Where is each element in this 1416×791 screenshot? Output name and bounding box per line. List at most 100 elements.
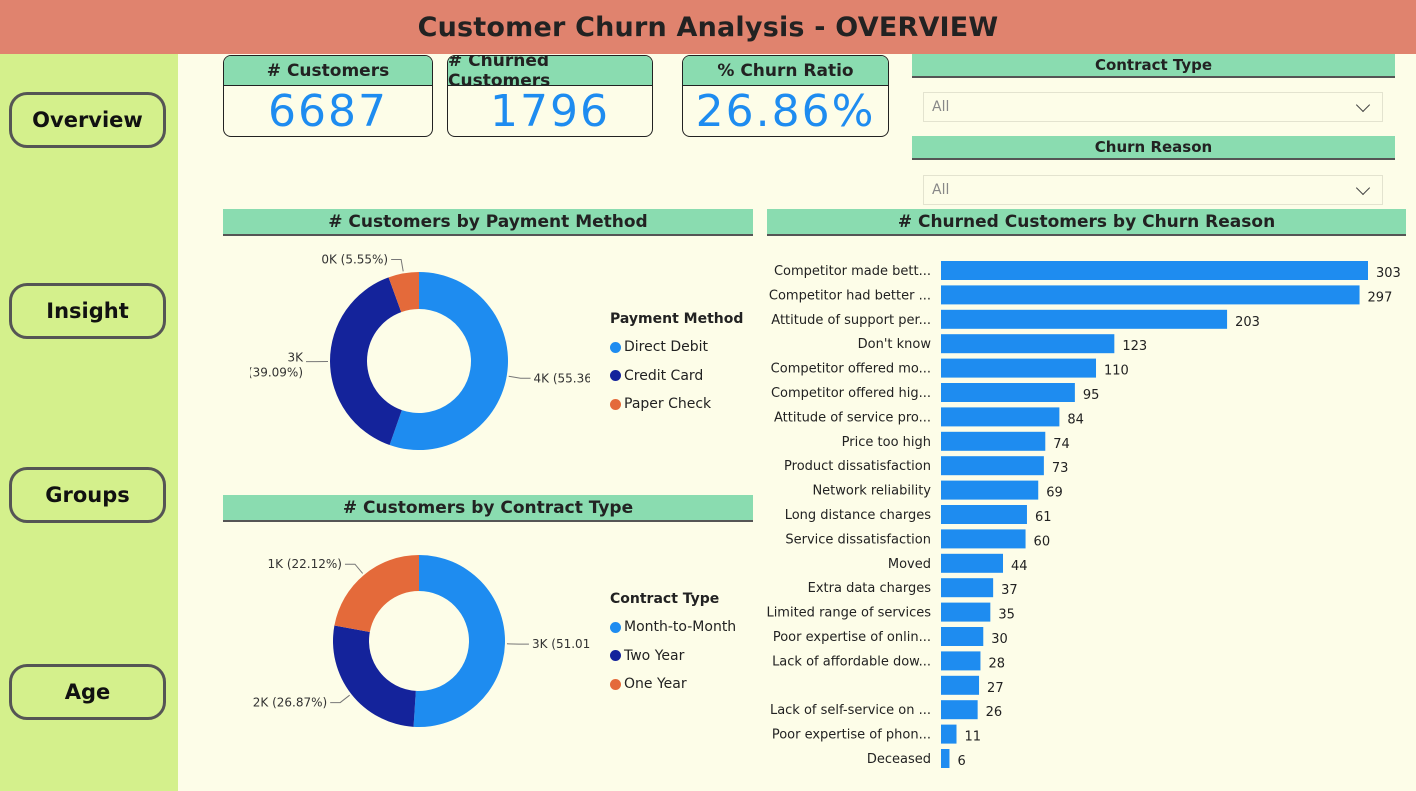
bar-value-label: 11: [965, 730, 982, 745]
bar[interactable]: [941, 261, 1368, 280]
bar-category-label: Lack of affordable dow...: [772, 654, 931, 669]
donut-leader-line: [391, 259, 404, 272]
kpi-value: 1796: [490, 85, 610, 137]
chevron-down-icon: [1355, 180, 1371, 195]
bar[interactable]: [941, 285, 1360, 305]
bar-category-label: Lack of self-service on ...: [770, 703, 931, 718]
legend-item[interactable]: Month-to-Month: [610, 613, 736, 642]
donut-data-label: 4K (55.36%): [534, 371, 590, 385]
bar-category-label: Don't know: [858, 337, 932, 352]
bar-category-label: Network reliability: [812, 484, 931, 499]
legend-item[interactable]: Direct Debit: [610, 333, 743, 362]
donut-slice[interactable]: [333, 625, 416, 727]
legend-dot-icon: [610, 678, 621, 690]
donut-leader-line: [508, 375, 531, 379]
donut-data-label: 3K (51.01%): [532, 637, 590, 651]
legend-label: Direct Debit: [624, 339, 709, 356]
contract-type-legend: Contract Type Month-to-Month Two Year On…: [610, 591, 736, 699]
legend-dot-icon: [610, 621, 621, 633]
bar[interactable]: [941, 358, 1097, 378]
kpi-title: # Customers: [224, 56, 432, 86]
bar[interactable]: [941, 334, 1115, 354]
nav-age-button[interactable]: Age: [9, 664, 166, 720]
legend-item[interactable]: Credit Card: [610, 362, 743, 391]
bar-value-label: 203: [1235, 315, 1260, 330]
contract-type-donut-chart: 3K (51.01%) 2K (26.87%) 1K (22.12%): [253, 555, 590, 727]
bar-value-label: 303: [1376, 266, 1401, 281]
payment-method-chart-title: # Customers by Payment Method: [223, 209, 753, 236]
bar[interactable]: [941, 456, 1044, 476]
donut-leader-line: [330, 694, 350, 704]
donut-slice[interactable]: [330, 277, 402, 446]
legend-label: Credit Card: [624, 367, 704, 384]
bar-category-label: Poor expertise of onlin...: [773, 630, 931, 645]
kpi-title: # Churned Customers: [448, 56, 652, 91]
bar[interactable]: [941, 700, 978, 720]
filter-contract-type-title: Contract Type: [912, 54, 1395, 78]
bar[interactable]: [941, 553, 1004, 573]
churn-reason-bar-chart: Competitor made bett... 303 Competitor had…: [767, 261, 1401, 769]
legend-label: One Year: [624, 676, 687, 693]
title-bar: Customer Churn Analysis - OVERVIEW: [0, 0, 1416, 54]
churn-reason-dropdown[interactable]: All: [923, 175, 1383, 205]
bar-category-label: Competitor offered hig...: [771, 386, 931, 401]
nav-insight-button[interactable]: Insight: [9, 283, 166, 339]
legend-label: Month-to-Month: [624, 619, 737, 636]
bar[interactable]: [941, 675, 980, 695]
bar-value-label: 30: [991, 632, 1008, 647]
chevron-down-icon: [1355, 97, 1371, 112]
bar-category-label: Competitor offered mo...: [771, 362, 931, 377]
legend-dot-icon: [610, 341, 621, 353]
donut-data-label: 3K (39.09%): [250, 351, 304, 380]
bar-value-label: 6: [957, 754, 965, 769]
payment-method-donut-chart: 4K (55.36%) 3K(39.09%) 0K (5.55%): [250, 253, 590, 450]
bar[interactable]: [941, 627, 984, 646]
legend-title: Contract Type: [610, 591, 720, 607]
bar-value-label: 35: [998, 608, 1015, 623]
contract-type-chart-title: # Customers by Contract Type: [223, 495, 753, 522]
kpi-title: % Churn Ratio: [683, 56, 888, 86]
sidebar: Overview Insight Groups Age: [0, 54, 178, 791]
bar[interactable]: [941, 309, 1228, 329]
bar-value-label: 84: [1067, 412, 1084, 427]
kpi-value: 26.86%: [695, 85, 876, 137]
bar[interactable]: [941, 749, 950, 768]
bar[interactable]: [941, 529, 1026, 549]
donut-slice[interactable]: [334, 555, 419, 633]
bar-value-label: 27: [987, 681, 1004, 696]
bar[interactable]: [941, 383, 1075, 402]
bar-category-label: Extra data charges: [808, 581, 932, 596]
bar-value-label: 110: [1104, 364, 1129, 379]
donut-data-label: 1K (22.12%): [268, 557, 342, 571]
contract-type-dropdown[interactable]: All: [923, 92, 1383, 122]
nav-overview-button[interactable]: Overview: [9, 92, 166, 148]
legend-item[interactable]: One Year: [610, 670, 736, 699]
bar[interactable]: [941, 407, 1060, 427]
bar-value-label: 123: [1122, 339, 1147, 354]
bar[interactable]: [941, 578, 994, 598]
legend-item[interactable]: Paper Check: [610, 390, 743, 419]
legend-dot-icon: [610, 650, 621, 662]
bar-category-label: Attitude of service pro...: [774, 410, 931, 425]
bar[interactable]: [941, 480, 1039, 500]
bar-value-label: 26: [986, 705, 1003, 720]
filter-churn-reason-title: Churn Reason: [912, 136, 1395, 160]
bar[interactable]: [941, 651, 981, 671]
legend-label: Paper Check: [624, 396, 712, 413]
kpi-card-churn-ratio: % Churn Ratio 26.86%: [682, 55, 889, 137]
bar[interactable]: [941, 431, 1046, 451]
bar-category-label: Service dissatisfaction: [785, 532, 931, 547]
donut-leader-line: [344, 563, 364, 574]
kpi-value: 6687: [268, 85, 388, 137]
donut-slice[interactable]: [413, 555, 506, 727]
bar-value-label: 95: [1083, 388, 1100, 403]
bar-category-label: Poor expertise of phon...: [772, 728, 931, 743]
legend-item[interactable]: Two Year: [610, 642, 736, 671]
bar[interactable]: [941, 505, 1027, 524]
bar[interactable]: [941, 724, 957, 744]
bar-category-label: Product dissatisfaction: [784, 459, 931, 474]
bar-category-label: Moved: [888, 557, 931, 572]
page-title: Customer Churn Analysis - OVERVIEW: [417, 11, 999, 43]
nav-groups-button[interactable]: Groups: [9, 467, 166, 523]
bar[interactable]: [941, 602, 991, 622]
